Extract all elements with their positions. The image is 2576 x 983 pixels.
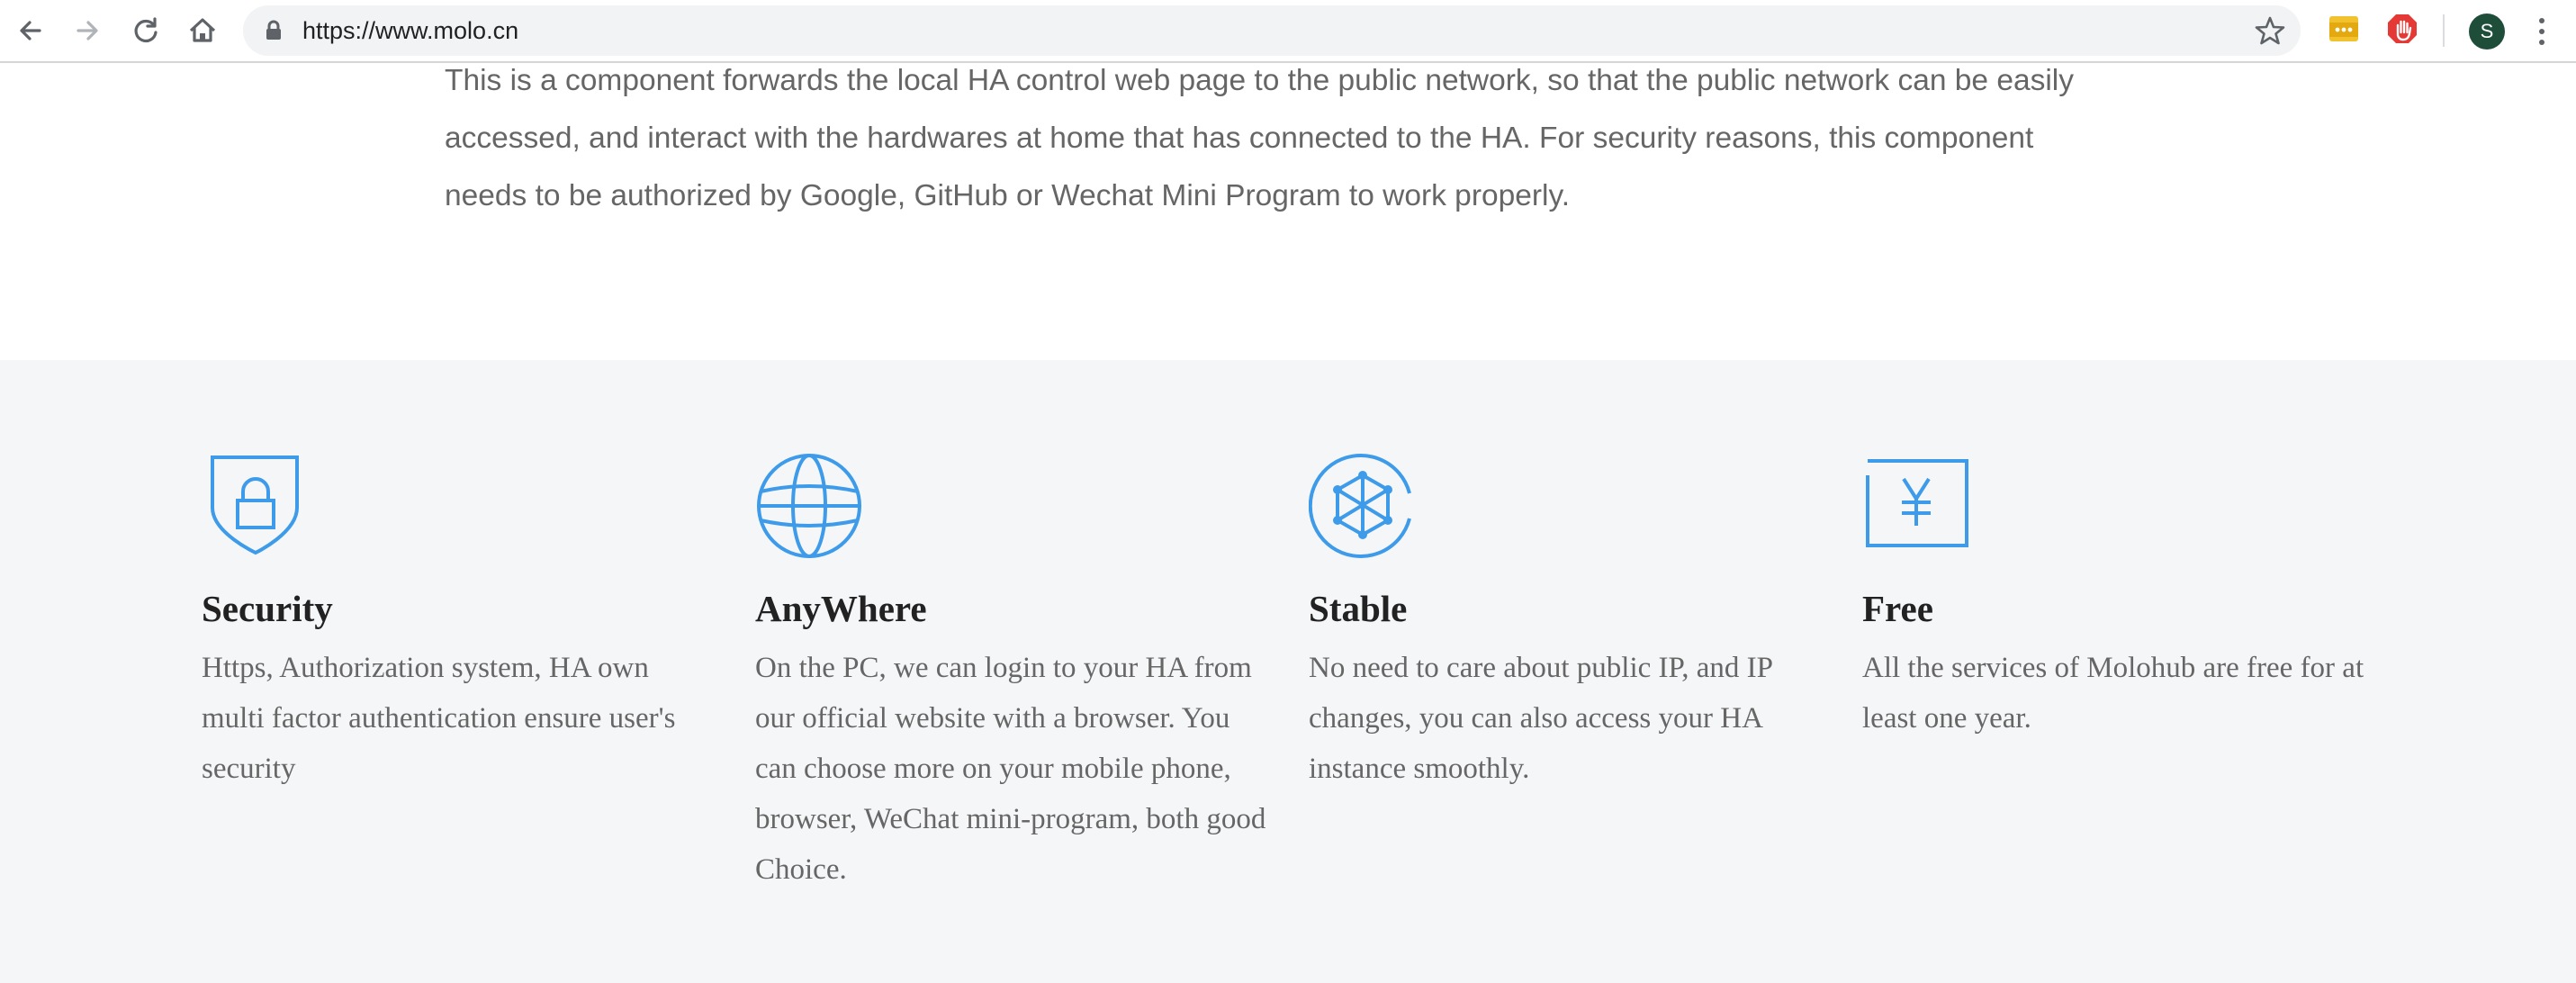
url-text[interactable]: https://www.molo.cn <box>302 5 518 56</box>
feature-description: Https, Authorization system, HA own mult… <box>202 652 676 785</box>
feature-description: No need to care about public IP, and IP … <box>1309 652 1772 785</box>
address-bar[interactable]: https://www.molo.cn <box>243 5 2301 56</box>
lock-icon[interactable] <box>261 18 286 43</box>
reload-icon[interactable] <box>126 11 166 50</box>
feature-title: AnyWhere <box>755 588 927 629</box>
feature-title: Free <box>1862 588 1933 629</box>
adblock-icon[interactable] <box>2387 14 2418 44</box>
yen-icon <box>1862 452 1970 560</box>
network-node-icon <box>1309 452 1417 560</box>
forward-arrow-icon[interactable] <box>68 11 107 50</box>
shield-lock-icon <box>202 452 310 560</box>
back-arrow-icon[interactable] <box>11 11 50 50</box>
feature-title: Stable <box>1309 588 1408 629</box>
intro-paragraph: This is a component forwards the local H… <box>445 64 2074 212</box>
feature-title: Security <box>202 588 333 629</box>
extension-icon[interactable] <box>2328 14 2359 44</box>
menu-icon[interactable] <box>2531 14 2553 50</box>
home-icon[interactable] <box>183 11 222 50</box>
bookmark-star-icon[interactable] <box>2254 14 2286 47</box>
feature-description: All the services of Molohub are free for… <box>1862 652 2364 735</box>
globe-icon <box>755 452 863 560</box>
features-section: Security Https, Authorization system, HA… <box>0 360 2576 983</box>
feature-description: On the PC, we can login to your HA from … <box>755 652 1266 886</box>
profile-avatar[interactable]: S <box>2469 14 2505 50</box>
toolbar-separator <box>2443 14 2445 47</box>
